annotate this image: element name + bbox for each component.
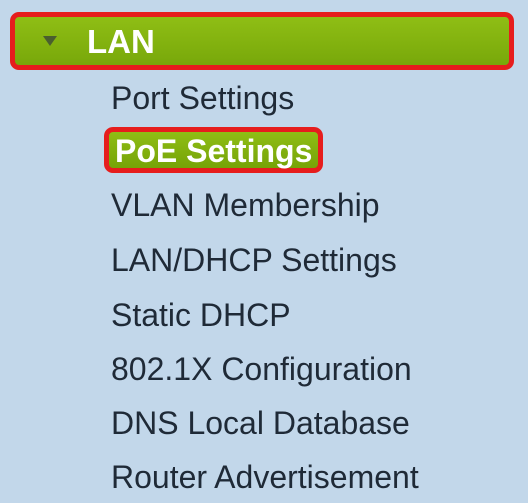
menu-item-port-settings[interactable]: Port Settings <box>111 74 294 122</box>
menu-item-static-dhcp[interactable]: Static DHCP <box>111 291 291 339</box>
menu-item-dns-local-database[interactable]: DNS Local Database <box>111 399 410 447</box>
triangle-down-icon[interactable] <box>43 36 57 46</box>
lan-submenu: Port Settings PoE Settings VLAN Membersh… <box>0 72 528 503</box>
lan-section-label: LAN <box>87 22 155 60</box>
menu-item-router-advertisement[interactable]: Router Advertisement <box>111 453 419 501</box>
lan-navigation-panel: LAN Port Settings PoE Settings VLAN Memb… <box>0 0 528 503</box>
menu-item-8021x-configuration[interactable]: 802.1X Configuration <box>111 345 412 393</box>
menu-item-vlan-membership[interactable]: VLAN Membership <box>111 181 380 229</box>
lan-section-header[interactable]: LAN <box>10 12 514 70</box>
menu-item-poe-settings[interactable]: PoE Settings <box>104 127 324 173</box>
menu-item-lan-dhcp-settings[interactable]: LAN/DHCP Settings <box>111 236 397 284</box>
